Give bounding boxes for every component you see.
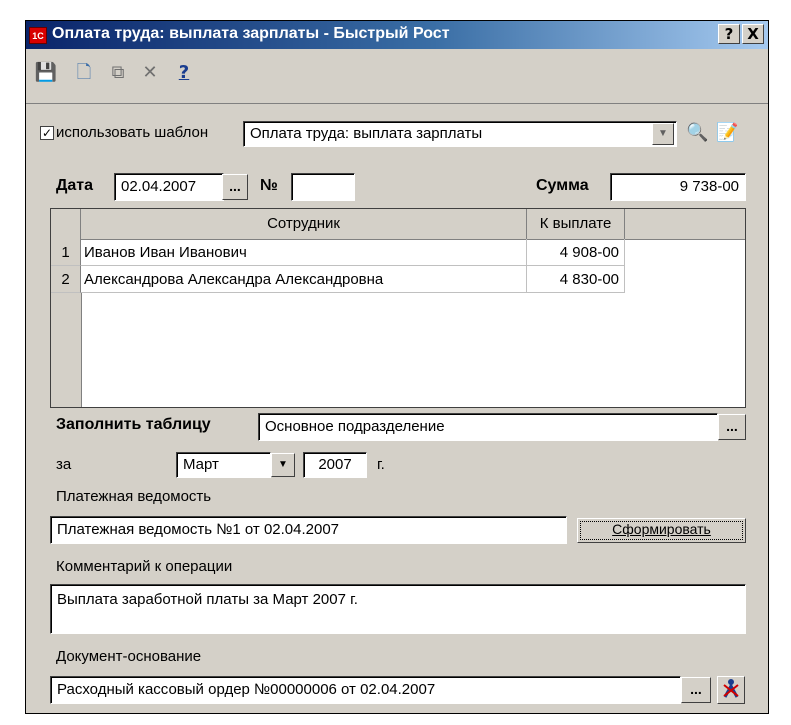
- payroll-label: Платежная ведомость: [56, 488, 212, 505]
- year-suffix: г.: [377, 456, 385, 473]
- new-document-icon[interactable]: 🗋: [72, 61, 96, 85]
- number-label: №: [260, 177, 278, 194]
- copy-icon[interactable]: ⧉: [106, 61, 130, 85]
- fill-table-label: Заполнить таблицу: [56, 416, 211, 433]
- toolbar: 💾 🗋 ⧉ ✕ ?: [26, 51, 768, 104]
- header-amount[interactable]: К выплате: [527, 209, 625, 239]
- table-row[interactable]: 2 Александрова Александра Александровна …: [51, 266, 745, 293]
- help-icon[interactable]: ?: [172, 61, 196, 85]
- help-button[interactable]: ?: [718, 24, 740, 44]
- number-field[interactable]: [291, 173, 355, 201]
- document-window: 1С Оплата труда: выплата зарплаты - Быст…: [25, 20, 769, 714]
- table-row[interactable]: 1 Иванов Иван Иванович 4 908-00: [51, 239, 745, 266]
- edit-list-icon[interactable]: 📝: [716, 122, 738, 143]
- comment-label: Комментарий к операции: [56, 558, 233, 575]
- clear-base-document-icon[interactable]: [717, 676, 745, 704]
- date-label: Дата: [56, 177, 94, 194]
- sum-field: 9 738-00: [610, 173, 746, 201]
- department-field[interactable]: Основное подразделение: [258, 413, 718, 441]
- date-field[interactable]: 02.04.2007: [114, 173, 224, 201]
- app-icon: 1С: [29, 27, 47, 44]
- date-picker-button[interactable]: ...: [222, 174, 248, 200]
- employee-cell[interactable]: Иванов Иван Иванович: [81, 239, 527, 266]
- use-template-checkbox[interactable]: ✓: [40, 126, 54, 140]
- month-select[interactable]: Март: [176, 452, 271, 478]
- row-number: 2: [51, 266, 81, 293]
- sum-label: Сумма: [536, 177, 589, 194]
- employee-cell[interactable]: Александрова Александра Александровна: [81, 266, 527, 293]
- title-bar[interactable]: 1С Оплата труда: выплата зарплаты - Быст…: [26, 21, 768, 49]
- comment-textarea[interactable]: Выплата заработной платы за Март 2007 г.: [50, 584, 746, 634]
- base-document-field[interactable]: Расходный кассовый ордер №00000006 от 02…: [50, 676, 681, 704]
- base-document-label: Документ-основание: [56, 648, 202, 665]
- table-header: Сотрудник К выплате: [51, 209, 745, 240]
- template-select[interactable]: Оплата труда: выплата зарплаты: [243, 121, 677, 147]
- amount-cell[interactable]: 4 830-00: [527, 266, 625, 293]
- header-rownum: [51, 209, 81, 239]
- delete-icon[interactable]: ✕: [138, 61, 162, 85]
- employee-table: Сотрудник К выплате 1 Иванов Иван Иванов…: [50, 208, 746, 408]
- payroll-field[interactable]: Платежная ведомость №1 от 02.04.2007: [50, 516, 567, 544]
- use-template-label: использовать шаблон: [56, 124, 209, 141]
- person-x-icon: [723, 679, 739, 698]
- window-title: Оплата труда: выплата зарплаты - Быстрый…: [52, 25, 450, 42]
- save-icon[interactable]: 💾: [34, 61, 58, 85]
- year-field[interactable]: 2007: [303, 452, 367, 478]
- rownum-column-empty: [51, 293, 82, 407]
- base-document-select-button[interactable]: ...: [681, 677, 711, 703]
- month-dropdown-arrow[interactable]: ▼: [271, 453, 295, 477]
- department-select-button[interactable]: ...: [718, 414, 746, 440]
- close-button[interactable]: X: [742, 24, 764, 44]
- template-dropdown-arrow[interactable]: ▼: [652, 123, 674, 145]
- amount-cell[interactable]: 4 908-00: [527, 239, 625, 266]
- period-label: за: [56, 456, 72, 473]
- generate-button[interactable]: Сформировать: [577, 518, 746, 543]
- row-number: 1: [51, 239, 81, 266]
- header-employee[interactable]: Сотрудник: [81, 209, 527, 239]
- magnifier-icon[interactable]: 🔍: [686, 122, 708, 143]
